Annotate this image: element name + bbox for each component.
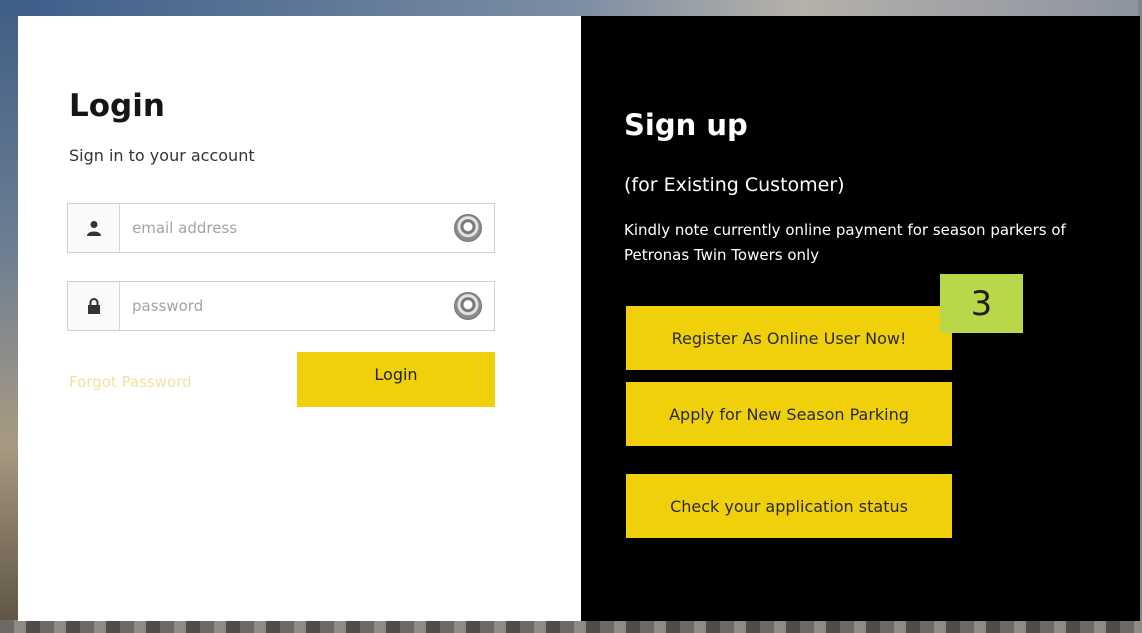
password-manager-icon[interactable] [454,214,482,242]
background-photo-top [0,0,1142,16]
signup-subtitle: (for Existing Customer) [624,174,845,196]
background-photo-bottom [0,620,1142,633]
forgot-password-link[interactable]: Forgot Password [69,373,192,391]
lock-icon [68,282,120,330]
password-field[interactable] [67,281,495,331]
apply-season-parking-button[interactable]: Apply for New Season Parking [626,382,952,446]
register-online-user-button[interactable]: Register As Online User Now! [626,306,952,370]
step-number-badge: 3 [940,274,1023,333]
login-button[interactable]: Login [297,352,495,407]
signup-title: Sign up [624,108,748,142]
signup-note: Kindly note currently online payment for… [624,221,1066,264]
user-icon [68,204,120,252]
email-field[interactable] [67,203,495,253]
email-input[interactable] [120,204,454,252]
login-title: Login [69,88,165,124]
password-manager-icon[interactable] [454,292,482,320]
login-subtitle: Sign in to your account [69,146,255,165]
check-application-status-button[interactable]: Check your application status [626,474,952,538]
password-input[interactable] [120,282,454,330]
